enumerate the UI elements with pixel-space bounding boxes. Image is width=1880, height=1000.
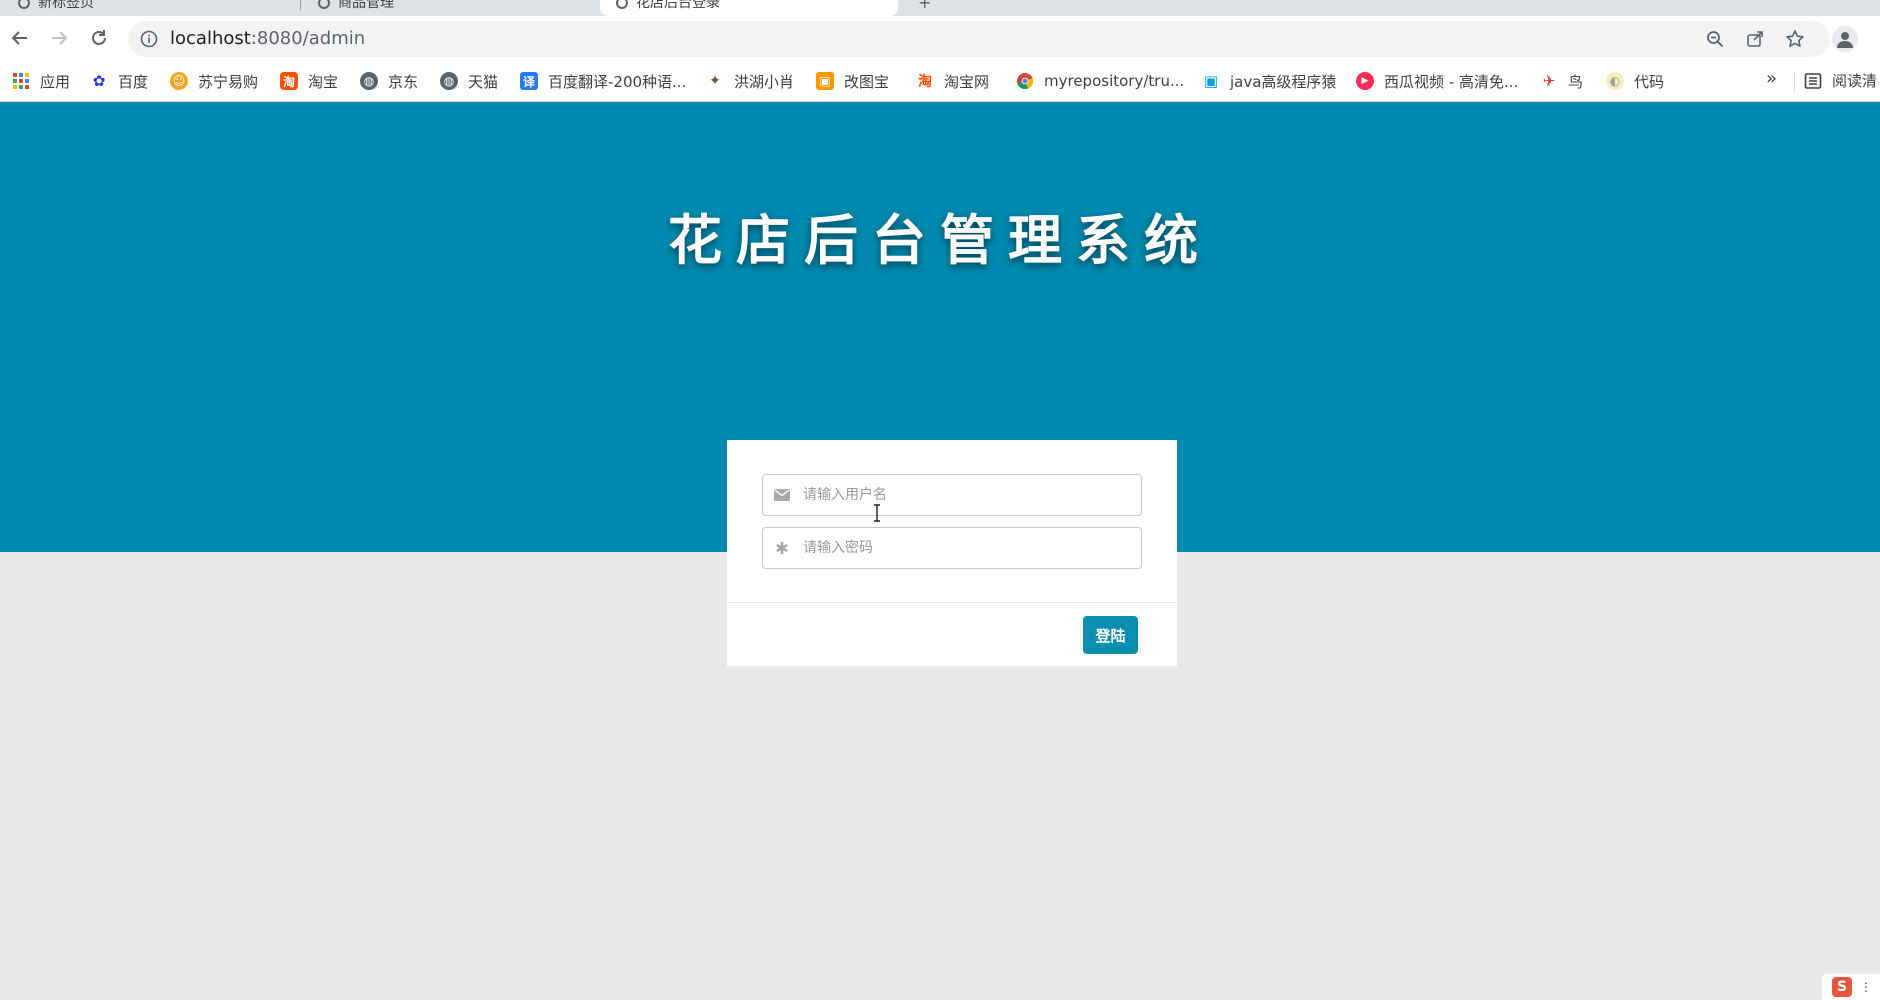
bookmarks-overflow-button[interactable]: »	[1766, 68, 1777, 89]
new-tab-button[interactable]: +	[918, 0, 948, 16]
bookmark-label: 京东	[388, 72, 419, 91]
bookmark-label: myrepository/tru...	[1044, 72, 1185, 90]
bookmark-label: 天猫	[468, 72, 499, 91]
username-input[interactable]	[803, 475, 1133, 515]
apps-grid-icon	[12, 72, 30, 90]
bookmarks-bar: 应用 ✿ 百度 ☺ 苏宁易购 淘淘宝 ◍ 京东 ◍ 天猫 译百度翻译-200种语... …	[0, 62, 1880, 102]
card-divider	[727, 602, 1177, 603]
bookmark-honghu[interactable]: ✦ 洪湖小肖	[706, 70, 794, 92]
translate-icon: 译	[520, 72, 538, 90]
chrome-icon	[1016, 72, 1034, 90]
bookmark-label: 应用	[40, 72, 71, 91]
url-text[interactable]: localhost:8080/admin	[170, 21, 365, 57]
bookmark-label: 百度翻译-200种语...	[548, 72, 687, 91]
login-card: 登陆	[727, 440, 1177, 666]
bookmark-label: 代码	[1634, 72, 1665, 91]
xigua-icon: ▶	[1356, 72, 1374, 90]
ime-toolbar[interactable]: S ⋮	[1822, 974, 1880, 1000]
bookmark-label: 淘宝网	[944, 72, 990, 91]
bookmark-baidu[interactable]: ✿ 百度	[90, 70, 148, 92]
bookmark-myrepository[interactable]: myrepository/tru...	[1016, 70, 1184, 92]
bookmark-label: 西瓜视频 - 高清免...	[1384, 72, 1519, 91]
password-field[interactable]	[762, 527, 1142, 569]
url-host: localhost	[170, 28, 251, 49]
bookmark-label: 百度	[118, 72, 149, 91]
zoom-icon[interactable]	[1704, 28, 1726, 50]
bookmark-gaitubao[interactable]: ▣ 改图宝	[816, 70, 889, 92]
ime-menu-icon: ⋮	[1860, 980, 1872, 994]
browser-toolbar: localhost:8080/admin	[0, 16, 1880, 62]
reload-icon	[92, 30, 106, 45]
text-cursor-icon	[872, 504, 882, 526]
bookmarks-divider	[1794, 72, 1795, 92]
plus-icon: +	[918, 0, 932, 12]
bookmark-taobao-net[interactable]: 淘淘宝网	[916, 70, 989, 92]
tab-label: 新标签页	[38, 0, 94, 11]
tab-label: 商品管理	[338, 0, 394, 11]
bookmark-label: 淘宝	[308, 72, 339, 91]
suning-icon: ☺	[170, 72, 188, 90]
bookmark-suning[interactable]: ☺ 苏宁易购	[170, 70, 258, 92]
bookmark-code[interactable]: ◐ 代码	[1606, 70, 1664, 92]
globe-icon	[616, 0, 628, 9]
tab-separator	[300, 0, 301, 10]
password-input[interactable]	[803, 528, 1133, 568]
person-icon	[1837, 32, 1853, 48]
taobao-icon: 淘	[280, 72, 298, 90]
bookmark-bird[interactable]: ✈ 鸟	[1540, 70, 1583, 92]
globe-icon	[18, 0, 30, 9]
bookmark-baidu-translate[interactable]: 译百度翻译-200种语...	[520, 70, 686, 92]
globe-icon	[318, 0, 330, 9]
tab-strip: 新标签页 商品管理 花店后台登录 +	[0, 0, 1880, 16]
star-bookmark-icon[interactable]	[1784, 28, 1806, 50]
bookmark-java[interactable]: ▣ java高级程序猿	[1202, 70, 1337, 92]
back-button[interactable]	[8, 26, 32, 50]
page-title: 花店后台管理系统	[668, 209, 1212, 272]
bilibili-icon: ▣	[1203, 72, 1219, 90]
baidu-paw-icon: ✿	[92, 72, 106, 90]
tab-label: 花店后台登录	[636, 0, 720, 11]
username-field[interactable]	[762, 474, 1142, 516]
envelope-icon	[774, 487, 790, 503]
code-icon: ◐	[1606, 72, 1624, 90]
bookmark-label: 洪湖小肖	[734, 72, 795, 91]
sogou-ime-icon: S	[1832, 977, 1852, 997]
bookmark-label: 鸟	[1568, 72, 1584, 91]
tab-login-active[interactable]: 花店后台登录	[600, 0, 898, 16]
reading-list-label: 阅读清	[1832, 72, 1878, 90]
tab-goods[interactable]: 商品管理	[318, 0, 588, 16]
globe-icon: ◍	[440, 72, 458, 90]
globe-icon: ◍	[360, 72, 378, 90]
reading-list-icon	[1804, 72, 1822, 89]
tab-new-tab[interactable]: 新标签页	[18, 0, 278, 16]
bookmark-jd[interactable]: ◍ 京东	[360, 70, 418, 92]
bookmark-apps[interactable]: 应用	[12, 70, 70, 92]
arrow-right-icon	[52, 31, 68, 45]
bookmark-tmall[interactable]: ◍ 天猫	[440, 70, 498, 92]
arrow-left-icon	[11, 31, 27, 45]
bookmark-label: 苏宁易购	[198, 72, 259, 91]
address-bar[interactable]: localhost:8080/admin	[128, 21, 1830, 57]
reload-button[interactable]	[87, 26, 111, 50]
gaitubao-icon: ▣	[816, 72, 834, 90]
bookmark-label: 改图宝	[844, 72, 890, 91]
reading-list-button[interactable]: 阅读清	[1804, 70, 1877, 91]
bird-icon: ✈	[1542, 72, 1556, 90]
bird-icon: ✦	[709, 73, 721, 89]
profile-avatar[interactable]	[1832, 26, 1858, 52]
bookmark-label: java高级程序猿	[1230, 72, 1337, 91]
url-path: :8080/admin	[250, 28, 366, 49]
login-button[interactable]: 登陆	[1083, 616, 1138, 654]
site-info-icon[interactable]	[140, 30, 158, 52]
taobao-icon: 淘	[918, 74, 932, 90]
bookmark-taobao[interactable]: 淘淘宝	[280, 70, 338, 92]
bookmark-xigua[interactable]: ▶ 西瓜视频 - 高清免...	[1356, 70, 1518, 92]
asterisk-icon	[774, 540, 790, 556]
share-icon[interactable]	[1744, 28, 1766, 50]
forward-button[interactable]	[47, 26, 71, 50]
